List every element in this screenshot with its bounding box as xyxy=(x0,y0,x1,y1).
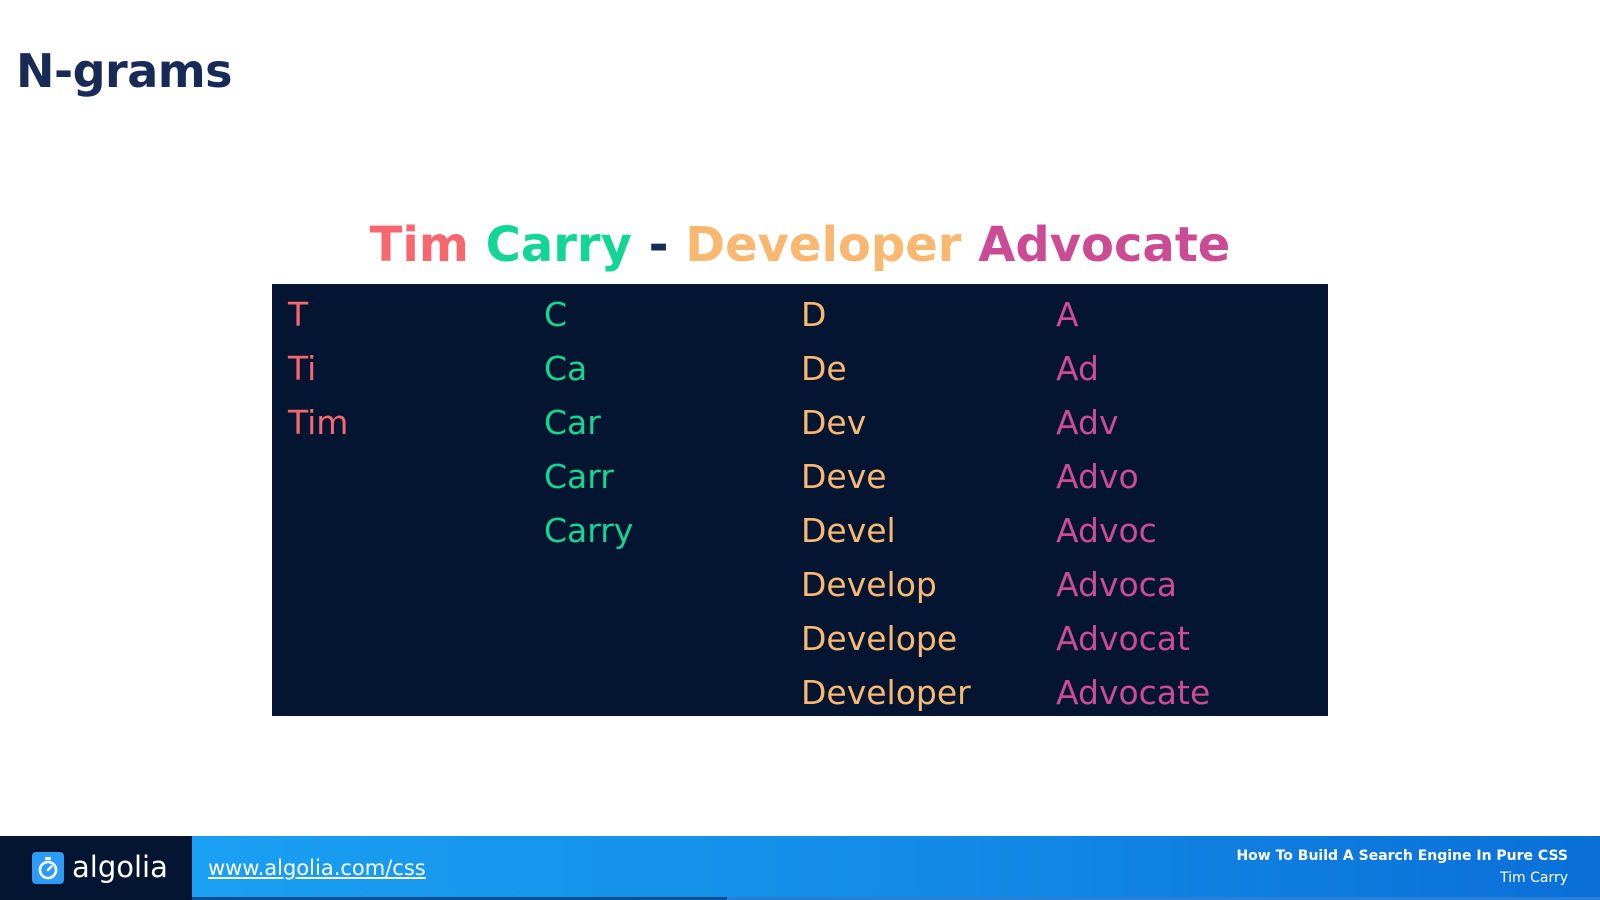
ngram-cell: Advoca xyxy=(1056,565,1178,604)
ngram-cell: C xyxy=(544,295,568,334)
ngram-cell: Car xyxy=(544,403,601,442)
ngram-cell: Ti xyxy=(288,349,317,388)
ngram-cell: Devel xyxy=(801,511,896,550)
ngram-cell: D xyxy=(801,295,827,334)
ngram-cell: Develop xyxy=(801,565,937,604)
algolia-logo-text: algolia xyxy=(72,850,168,884)
headline-separator: - xyxy=(648,217,669,273)
ngram-column-tim: T Ti Tim xyxy=(288,288,348,450)
ngram-column-carry: C Ca Car Carr Carry xyxy=(544,288,633,558)
headline-word-advocate: Advocate xyxy=(978,217,1231,273)
ngram-cell: Carr xyxy=(544,457,614,496)
ngram-cell: Adv xyxy=(1056,403,1119,442)
ngram-table: T Ti Tim C Ca Car Carr Carry D De Dev De… xyxy=(272,284,1328,716)
ngram-column-developer: D De Dev Deve Devel Develop Develope Dev… xyxy=(801,288,971,720)
algolia-css-link[interactable]: www.algolia.com/css xyxy=(208,854,426,882)
headline-word-carry: Carry xyxy=(485,217,632,273)
ngram-cell: Carry xyxy=(544,511,634,550)
headline-word-developer: Developer xyxy=(685,217,962,273)
talk-author: Tim Carry xyxy=(1499,870,1568,886)
ngram-cell: Advo xyxy=(1056,457,1139,496)
ngram-column-advocate: A Ad Adv Advo Advoc Advoca Advocat Advoc… xyxy=(1056,288,1210,720)
footer-band: www.algolia.com/css How To Build A Searc… xyxy=(192,836,1600,900)
ngram-cell: A xyxy=(1056,295,1079,334)
algolia-logo[interactable]: algolia xyxy=(0,836,192,900)
headline: Tim Carry - Developer Advocate xyxy=(0,215,1600,275)
ngram-cell: Advocat xyxy=(1056,619,1190,658)
ngram-cell: Advoc xyxy=(1056,511,1157,550)
talk-title: How To Build A Search Engine In Pure CSS xyxy=(1236,848,1568,864)
ngram-cell: Develope xyxy=(801,619,958,658)
ngram-cell: Advocate xyxy=(1056,673,1211,712)
headline-word-tim: Tim xyxy=(369,217,469,273)
slide-title: N-grams xyxy=(16,44,233,98)
ngram-cell: Ca xyxy=(544,349,588,388)
ngram-cell: Developer xyxy=(801,673,971,712)
footer: algolia www.algolia.com/css How To Build… xyxy=(0,836,1600,900)
ngram-cell: Deve xyxy=(801,457,887,496)
algolia-stopwatch-icon xyxy=(32,852,64,884)
ngram-cell: Ad xyxy=(1056,349,1099,388)
slide: N-grams Tim Carry - Developer Advocate T… xyxy=(0,0,1600,900)
ngram-cell: Dev xyxy=(801,403,867,442)
ngram-cell: De xyxy=(801,349,847,388)
ngram-cell: Tim xyxy=(288,403,349,442)
ngram-cell: T xyxy=(288,295,309,334)
